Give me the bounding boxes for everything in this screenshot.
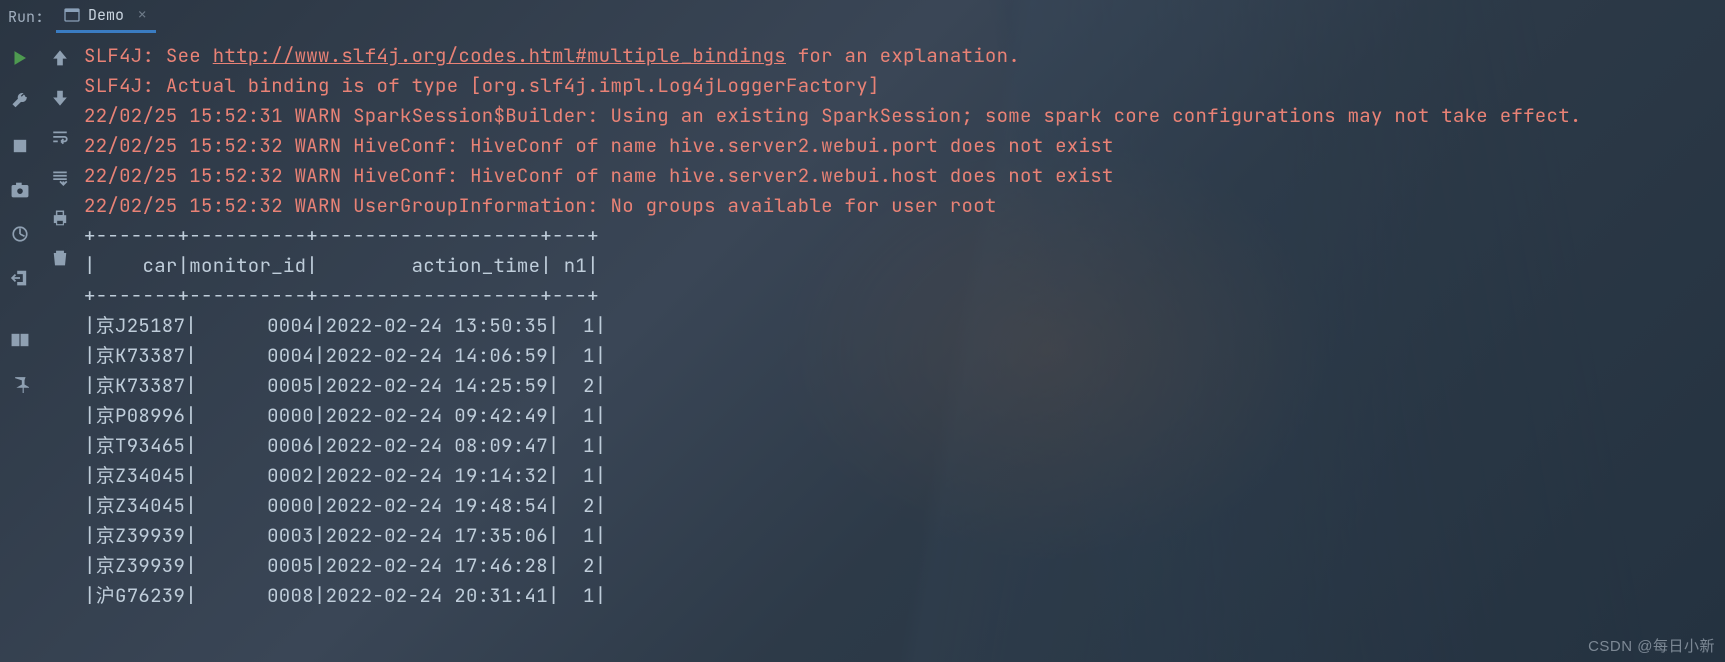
print-icon[interactable] <box>49 207 71 229</box>
soft-wrap-icon[interactable] <box>49 127 71 149</box>
log-line: SLF4J: Actual binding is of type [org.sl… <box>84 73 880 98</box>
run-config-icon <box>64 7 80 23</box>
console-output[interactable]: SLF4J: See http://www.slf4j.org/codes.ht… <box>80 33 1725 662</box>
log-line: 22/02/25 15:52:32 WARN HiveConf: HiveCon… <box>84 163 1114 188</box>
run-label: Run: <box>8 7 44 27</box>
camera-icon[interactable] <box>9 179 31 201</box>
table-row: |沪G76239| 0008|2022-02-24 20:31:41| 1| <box>84 583 606 608</box>
table-border: +-------+----------+-------------------+… <box>84 283 599 308</box>
watermark: CSDN @每日小新 <box>1588 635 1715 656</box>
profiler-icon[interactable] <box>9 223 31 245</box>
pin-icon[interactable] <box>9 373 31 395</box>
slf4j-link[interactable]: http://www.slf4j.org/codes.html#multiple… <box>213 43 786 68</box>
run-tab-demo[interactable]: Demo ✕ <box>56 0 156 33</box>
log-line: 22/02/25 15:52:32 WARN UserGroupInformat… <box>84 193 997 218</box>
table-row: |京J25187| 0004|2022-02-24 13:50:35| 1| <box>84 313 606 338</box>
table-row: |京P08996| 0000|2022-02-24 09:42:49| 1| <box>84 403 606 428</box>
close-icon[interactable]: ✕ <box>138 6 146 24</box>
table-row: |京T93465| 0006|2022-02-24 08:09:47| 1| <box>84 433 606 458</box>
stop-button[interactable] <box>9 135 31 157</box>
table-row: |京Z34045| 0000|2022-02-24 19:48:54| 2| <box>84 493 606 518</box>
trash-icon[interactable] <box>49 247 71 269</box>
scroll-to-end-icon[interactable] <box>49 167 71 189</box>
table-row: |京Z34045| 0002|2022-02-24 19:14:32| 1| <box>84 463 606 488</box>
rerun-button[interactable] <box>9 47 31 69</box>
down-arrow-icon[interactable] <box>49 87 71 109</box>
table-header: | car|monitor_id| action_time| n1| <box>84 253 599 278</box>
wrench-icon[interactable] <box>9 91 31 113</box>
exit-icon[interactable] <box>9 267 31 289</box>
log-line: 22/02/25 15:52:32 WARN HiveConf: HiveCon… <box>84 133 1114 158</box>
left-toolbar-1 <box>0 33 40 662</box>
run-tool-window-header: Run: Demo ✕ <box>0 0 1725 33</box>
log-line: 22/02/25 15:52:31 WARN SparkSession$Buil… <box>84 103 1582 128</box>
table-row: |京K73387| 0004|2022-02-24 14:06:59| 1| <box>84 343 606 368</box>
table-border: +-------+----------+-------------------+… <box>84 223 599 248</box>
left-toolbar-2 <box>40 33 80 662</box>
layout-icon[interactable] <box>9 329 31 351</box>
table-row: |京K73387| 0005|2022-02-24 14:25:59| 2| <box>84 373 606 398</box>
log-line: SLF4J: See http://www.slf4j.org/codes.ht… <box>84 43 1020 68</box>
table-row: |京Z39939| 0003|2022-02-24 17:35:06| 1| <box>84 523 606 548</box>
tab-label: Demo <box>88 5 124 25</box>
up-arrow-icon[interactable] <box>49 47 71 69</box>
table-row: |京Z39939| 0005|2022-02-24 17:46:28| 2| <box>84 553 606 578</box>
